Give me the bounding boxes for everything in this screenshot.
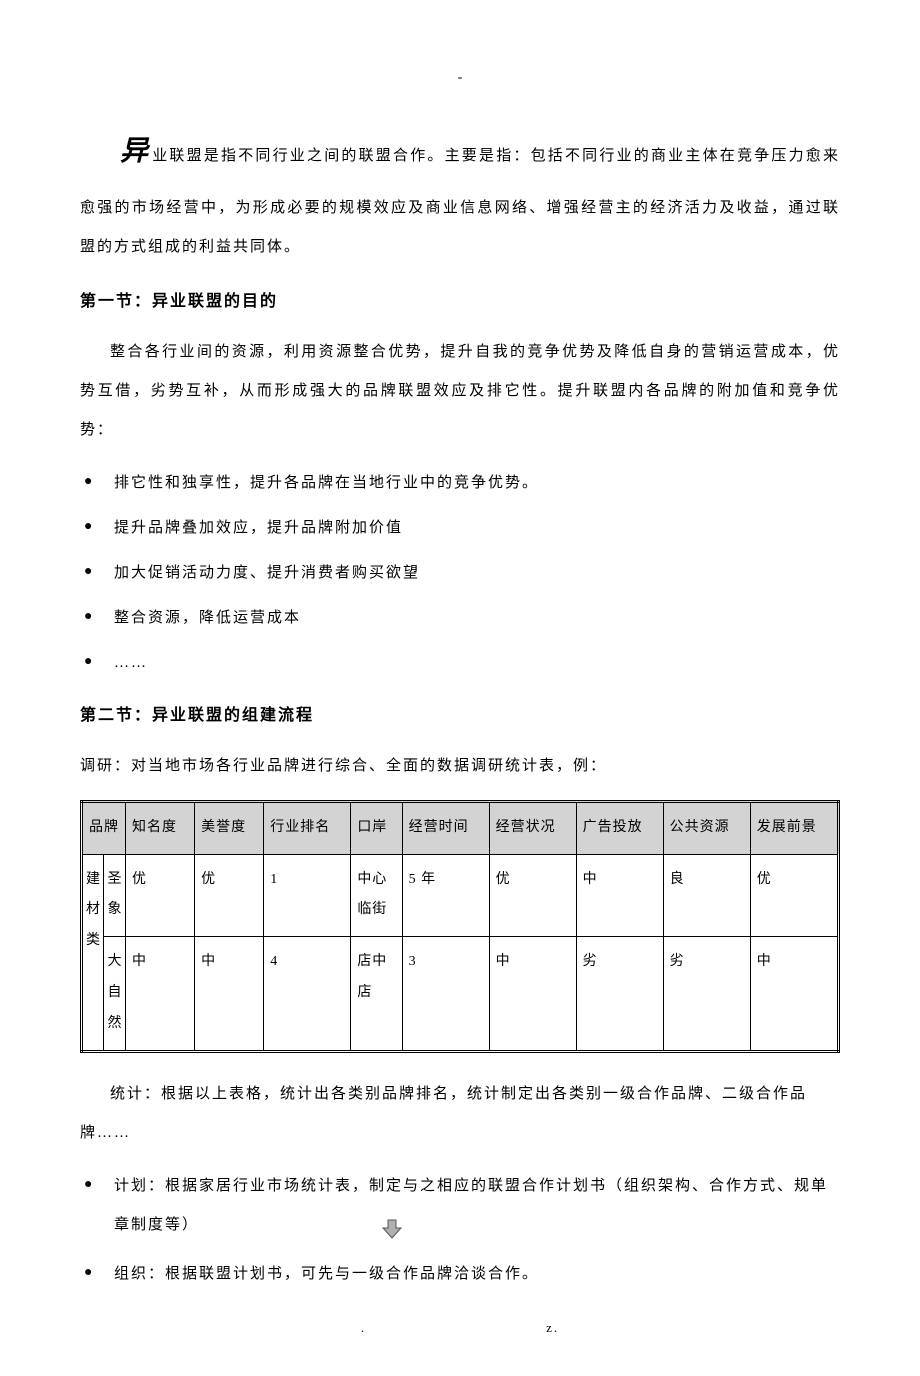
footer-right: z. [546, 1320, 559, 1336]
th-duration: 经营时间 [402, 801, 489, 854]
section-1-bullet-list: 排它性和独享性，提升各品牌在当地行业中的竞争优势。 提升品牌叠加效应，提升品牌附… [80, 464, 840, 683]
intro-paragraph: 异业联盟是指不同行业之间的联盟合作。主要是指：包括不同行业的商业主体在竞争压力愈… [80, 116, 840, 267]
th-reputation: 美誉度 [195, 801, 264, 854]
header-dash: - [80, 70, 840, 86]
arrow-down-icon [380, 1217, 404, 1241]
page-footer: . z. [80, 1320, 840, 1336]
plan-item-text: 组织：根据联盟计划书，可先与一级合作品牌洽谈合作。 [114, 1266, 539, 1282]
th-awareness: 知名度 [126, 801, 195, 854]
survey-table: 品牌 知名度 美誉度 行业排名 口岸 经营时间 经营状况 广告投放 公共资源 发… [80, 800, 840, 1053]
plan-list: 计划：根据家居行业市场统计表，制定与之相应的联盟合作计划书（组织架构、合作方式、… [80, 1167, 840, 1294]
list-item: 整合资源，降低运营成本 [80, 599, 840, 638]
cell: 优 [195, 854, 264, 937]
row-group-text: 建材类 [86, 865, 100, 957]
cell: 中 [576, 854, 663, 937]
intro-text: 业联盟是指不同行业之间的联盟合作。主要是指：包括不同行业的商业主体在竞争压力愈来… [80, 148, 840, 255]
table-row: 大自然 中 中 4 店中店 3 中 劣 劣 中 [82, 937, 839, 1051]
th-public: 公共资源 [663, 801, 750, 854]
plan-item-text: 计划：根据家居行业市场统计表，制定与之相应的联盟合作计划书（组织架构、合作方式、… [114, 1178, 828, 1233]
cell: 劣 [576, 937, 663, 1051]
page-container: - 异业联盟是指不同行业之间的联盟合作。主要是指：包括不同行业的商业主体在竞争压… [0, 0, 920, 1376]
list-item: 提升品牌叠加效应，提升品牌附加价值 [80, 509, 840, 548]
cell: 中 [126, 937, 195, 1051]
section-1-heading: 第一节：异业联盟的目的 [80, 287, 840, 311]
cell: 5 年 [402, 854, 489, 937]
row-group-cell: 建材类 [82, 854, 104, 1051]
cell: 中 [750, 937, 838, 1051]
cell: 良 [663, 854, 750, 937]
table-row: 建材类 圣象 优 优 1 中心临街 5 年 优 中 良 优 [82, 854, 839, 937]
cell: 中心临街 [351, 854, 402, 937]
brand-text: 圣象 [107, 865, 122, 927]
th-status: 经营状况 [489, 801, 576, 854]
list-item: 排它性和独享性，提升各品牌在当地行业中的竞争优势。 [80, 464, 840, 503]
cell: 优 [489, 854, 576, 937]
section-1-paragraph: 整合各行业间的资源，利用资源整合优势，提升自我的竞争优势及降低自身的营销运营成本… [80, 333, 840, 450]
cell: 1 [264, 854, 351, 937]
cell: 中 [195, 937, 264, 1051]
th-rank: 行业排名 [264, 801, 351, 854]
after-table-paragraph: 统计：根据以上表格，统计出各类别品牌排名，统计制定出各类别一级合作品牌、二级合作… [80, 1075, 840, 1153]
section-2-heading: 第二节：异业联盟的组建流程 [80, 701, 840, 725]
list-item: 计划：根据家居行业市场统计表，制定与之相应的联盟合作计划书（组织架构、合作方式、… [80, 1167, 840, 1245]
th-prospect: 发展前景 [750, 801, 838, 854]
list-item: 组织：根据联盟计划书，可先与一级合作品牌洽谈合作。 [80, 1255, 840, 1294]
brand-cell: 圣象 [104, 854, 126, 937]
th-brand: 品牌 [82, 801, 126, 854]
footer-left: . [361, 1320, 366, 1336]
list-item: 加大促销活动力度、提升消费者购买欲望 [80, 554, 840, 593]
table-header-row: 品牌 知名度 美誉度 行业排名 口岸 经营时间 经营状况 广告投放 公共资源 发… [82, 801, 839, 854]
cell: 优 [126, 854, 195, 937]
cell: 劣 [663, 937, 750, 1051]
brand-cell: 大自然 [104, 937, 126, 1051]
cell: 3 [402, 937, 489, 1051]
section-2-intro: 调研：对当地市场各行业品牌进行综合、全面的数据调研统计表，例： [80, 747, 840, 786]
cell: 店中店 [351, 937, 402, 1051]
dropcap: 异 [120, 136, 150, 167]
cell: 4 [264, 937, 351, 1051]
list-item: …… [80, 644, 840, 683]
th-location: 口岸 [351, 801, 402, 854]
cell: 中 [489, 937, 576, 1051]
brand-text: 大自然 [107, 947, 122, 1039]
th-ads: 广告投放 [576, 801, 663, 854]
cell: 优 [750, 854, 838, 937]
